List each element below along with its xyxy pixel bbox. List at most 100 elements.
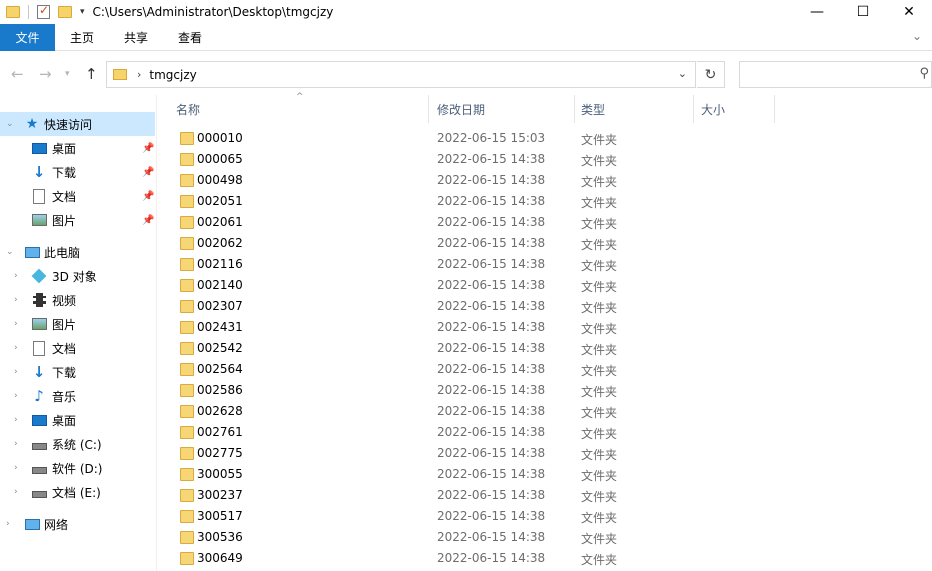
column-divider[interactable]: [774, 95, 775, 123]
close-button[interactable]: ✕: [886, 0, 932, 24]
table-row[interactable]: 300237 2022-06-15 14:38 文件夹: [158, 485, 932, 506]
file-type: 文件夹: [581, 406, 618, 420]
file-modified-date: 2022-06-15 14:38: [437, 299, 546, 313]
download-icon: ↓: [32, 163, 46, 181]
file-name: 002140: [197, 278, 243, 292]
table-row[interactable]: 300055 2022-06-15 14:38 文件夹: [158, 464, 932, 485]
expand-chevron-icon[interactable]: ›: [14, 343, 18, 353]
expand-chevron-icon[interactable]: ›: [14, 439, 18, 449]
column-header-modified[interactable]: 修改日期: [437, 95, 485, 123]
search-input[interactable]: ⚲: [739, 61, 932, 88]
column-divider[interactable]: [574, 95, 575, 123]
table-row[interactable]: 000065 2022-06-15 14:38 文件夹: [158, 149, 932, 170]
properties-icon[interactable]: [37, 3, 50, 19]
expand-chevron-icon[interactable]: ›: [14, 487, 18, 497]
table-row[interactable]: 002431 2022-06-15 14:38 文件夹: [158, 317, 932, 338]
table-row[interactable]: 000498 2022-06-15 14:38 文件夹: [158, 170, 932, 191]
column-header-size[interactable]: 大小: [701, 95, 725, 123]
back-arrow-icon[interactable]: ←: [11, 65, 24, 83]
network-icon: [24, 518, 40, 530]
sidebar-item-network[interactable]: › 网络: [0, 512, 155, 536]
file-name: 300517: [197, 509, 243, 523]
table-row[interactable]: 300536 2022-06-15 14:38 文件夹: [158, 527, 932, 548]
up-arrow-icon[interactable]: ↑: [85, 65, 98, 83]
table-row[interactable]: 002051 2022-06-15 14:38 文件夹: [158, 191, 932, 212]
tab-share[interactable]: 共享: [109, 24, 163, 51]
file-name: 002431: [197, 320, 243, 334]
tab-view[interactable]: 查看: [163, 24, 217, 51]
table-row[interactable]: 002628 2022-06-15 14:38 文件夹: [158, 401, 932, 422]
address-bar[interactable]: › tmgcjzy ⌄: [106, 61, 696, 88]
column-header-type[interactable]: 类型: [581, 95, 605, 123]
sidebar-item-label: 文档: [52, 189, 77, 204]
table-row[interactable]: 002062 2022-06-15 14:38 文件夹: [158, 233, 932, 254]
table-row[interactable]: 000010 2022-06-15 15:03 文件夹: [158, 128, 932, 149]
address-dropdown-icon[interactable]: ⌄: [678, 67, 687, 80]
table-row[interactable]: 002586 2022-06-15 14:38 文件夹: [158, 380, 932, 401]
expand-chevron-icon[interactable]: ›: [14, 391, 18, 401]
table-row[interactable]: 002307 2022-06-15 14:38 文件夹: [158, 296, 932, 317]
sidebar-item-drive-c[interactable]: › 系统 (C:): [0, 432, 155, 456]
sidebar-item-documents[interactable]: 文档 📌: [0, 184, 155, 208]
table-row[interactable]: 002761 2022-06-15 14:38 文件夹: [158, 422, 932, 443]
window-controls: — ☐ ✕: [794, 0, 932, 24]
sidebar-item-downloads-pc[interactable]: › ↓ 下载: [0, 360, 155, 384]
file-type: 文件夹: [581, 259, 618, 273]
expand-chevron-icon[interactable]: ›: [14, 271, 18, 281]
table-row[interactable]: 300517 2022-06-15 14:38 文件夹: [158, 506, 932, 527]
minimize-button[interactable]: —: [794, 0, 840, 24]
sidebar-item-this-pc[interactable]: ⌄ 此电脑: [0, 240, 155, 264]
sidebar-item-music[interactable]: › ♪ 音乐: [0, 384, 155, 408]
sidebar-item-videos[interactable]: › 视频: [0, 288, 155, 312]
expand-chevron-icon[interactable]: ›: [14, 367, 18, 377]
file-type: 文件夹: [581, 154, 618, 168]
refresh-button[interactable]: ↻: [697, 61, 725, 88]
sidebar-item-drive-e[interactable]: › 文档 (E:): [0, 480, 155, 504]
chevron-down-icon[interactable]: ⌄: [912, 29, 922, 43]
collapse-chevron-icon[interactable]: ⌄: [6, 119, 14, 129]
sidebar-item-pictures[interactable]: 图片 📌: [0, 208, 155, 232]
table-row[interactable]: 002116 2022-06-15 14:38 文件夹: [158, 254, 932, 275]
tab-home[interactable]: 主页: [55, 24, 109, 51]
new-folder-icon[interactable]: [58, 6, 72, 18]
file-modified-date: 2022-06-15 14:38: [437, 404, 546, 418]
table-row[interactable]: 300649 2022-06-15 14:38 文件夹: [158, 548, 932, 569]
expand-chevron-icon[interactable]: ›: [14, 319, 18, 329]
sidebar-item-desktop[interactable]: 桌面 📌: [0, 136, 155, 160]
column-divider[interactable]: [693, 95, 694, 123]
breadcrumb-separator-icon[interactable]: ›: [137, 68, 141, 81]
sidebar-item-documents-pc[interactable]: › 文档: [0, 336, 155, 360]
table-row[interactable]: 002775 2022-06-15 14:38 文件夹: [158, 443, 932, 464]
sidebar-item-3d-objects[interactable]: › 3D 对象: [0, 264, 155, 288]
sidebar-item-quick-access[interactable]: ⌄ ★ 快速访问: [0, 112, 155, 136]
breadcrumb-current-folder[interactable]: tmgcjzy: [149, 68, 196, 82]
sidebar-item-pictures-pc[interactable]: › 图片: [0, 312, 155, 336]
expand-chevron-icon[interactable]: ›: [6, 519, 10, 529]
column-header-name[interactable]: 名称: [176, 95, 200, 123]
column-divider[interactable]: [428, 95, 429, 123]
maximize-button[interactable]: ☐: [840, 0, 886, 24]
file-type: 文件夹: [581, 490, 618, 504]
desktop-icon: [31, 142, 47, 154]
sidebar-item-drive-d[interactable]: › 软件 (D:): [0, 456, 155, 480]
sidebar-item-desktop-pc[interactable]: › 桌面: [0, 408, 155, 432]
table-row[interactable]: 002542 2022-06-15 14:38 文件夹: [158, 338, 932, 359]
expand-chevron-icon[interactable]: ›: [14, 415, 18, 425]
table-row[interactable]: 002140 2022-06-15 14:38 文件夹: [158, 275, 932, 296]
expand-chevron-icon[interactable]: ›: [14, 295, 18, 305]
file-modified-date: 2022-06-15 14:38: [437, 320, 546, 334]
collapse-chevron-icon[interactable]: ⌄: [6, 247, 14, 257]
tab-file[interactable]: 文件: [0, 23, 55, 51]
folder-icon: [180, 132, 194, 145]
expand-chevron-icon[interactable]: ›: [14, 463, 18, 473]
recent-locations-dropdown-icon[interactable]: ▾: [65, 69, 70, 79]
sidebar-item-label: 文档: [52, 341, 77, 356]
star-icon: ★: [25, 116, 39, 132]
table-row[interactable]: 002061 2022-06-15 14:38 文件夹: [158, 212, 932, 233]
sidebar-item-downloads[interactable]: ↓ 下载 📌: [0, 160, 155, 184]
table-row[interactable]: 002564 2022-06-15 14:38 文件夹: [158, 359, 932, 380]
forward-arrow-icon[interactable]: →: [39, 65, 52, 83]
customize-toolbar-dropdown-icon[interactable]: ▾: [80, 7, 85, 17]
computer-icon: [24, 246, 40, 258]
sort-ascending-icon: ^: [296, 92, 304, 102]
